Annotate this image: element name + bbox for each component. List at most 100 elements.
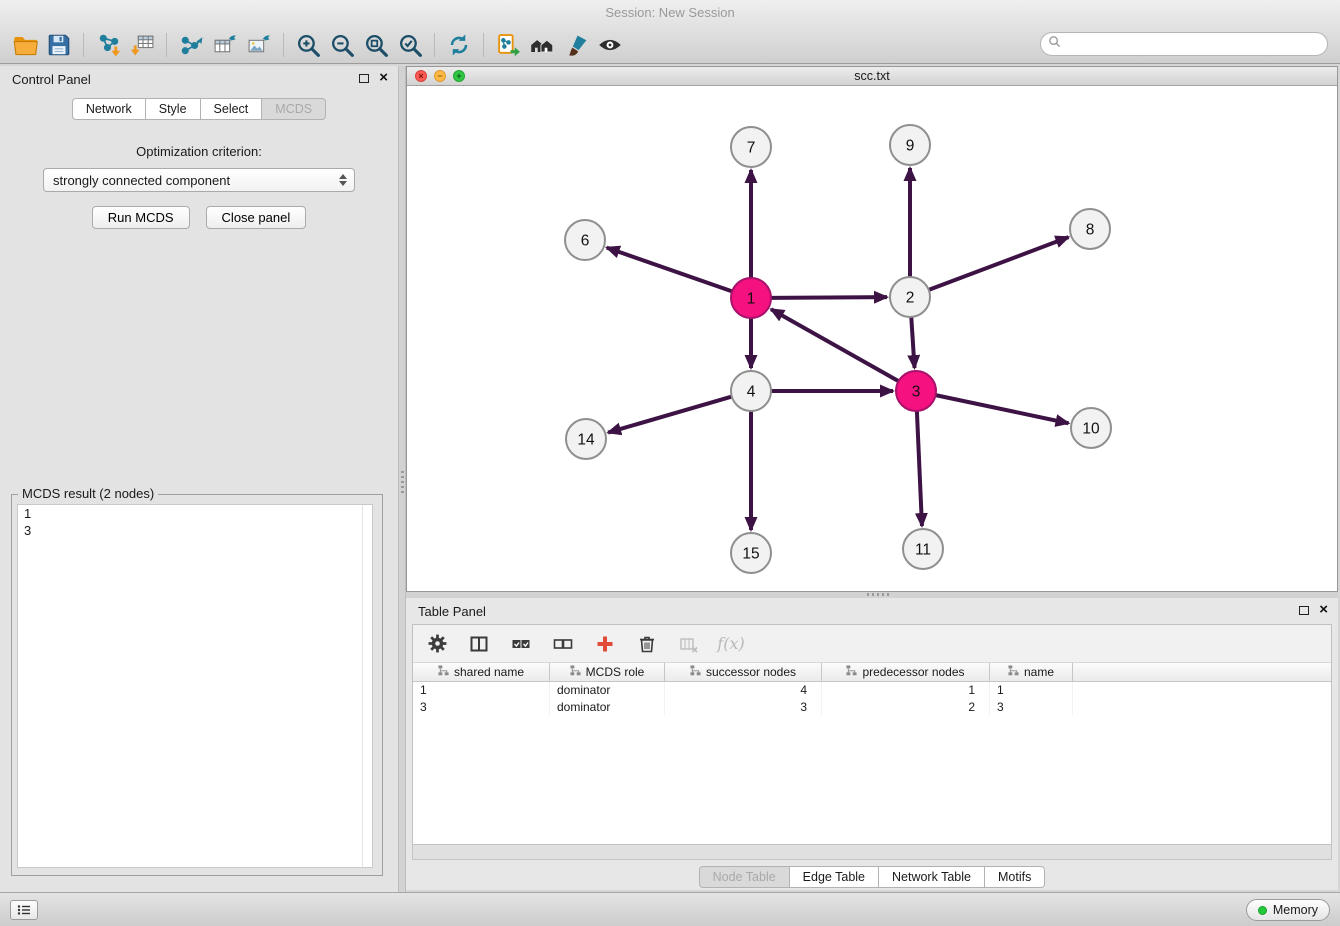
table-tab-edge-table[interactable]: Edge Table (790, 866, 879, 888)
table-body: 1dominator4113dominator323 (413, 682, 1331, 715)
column-header-successor-nodes[interactable]: successor nodes (665, 663, 822, 681)
node-4[interactable]: 4 (731, 371, 771, 411)
maximize-window-icon[interactable]: + (453, 70, 465, 82)
mcds-result-item[interactable]: 3 (18, 522, 372, 539)
zoom-fit-icon[interactable] (359, 30, 393, 60)
table-cell[interactable]: 4 (665, 682, 822, 699)
table-cell[interactable]: 1 (413, 682, 550, 699)
table-cell[interactable]: 3 (413, 699, 550, 716)
mcds-result-item[interactable]: 1 (18, 505, 372, 522)
table-cell[interactable]: 3 (665, 699, 822, 716)
zoom-selected-icon[interactable] (393, 30, 427, 60)
edge-1-6[interactable] (607, 248, 732, 292)
vertical-splitter[interactable] (398, 66, 406, 892)
search-input[interactable] (1061, 37, 1327, 52)
import-table-icon[interactable] (125, 30, 159, 60)
add-icon[interactable] (593, 632, 617, 656)
edge-4-14[interactable] (608, 397, 732, 433)
toolbar-separator (434, 33, 435, 57)
close-panel-button[interactable]: Close panel (206, 206, 307, 229)
show-hide-icon[interactable] (593, 30, 627, 60)
node-2[interactable]: 2 (890, 277, 930, 317)
table-panel-title: Table Panel (418, 604, 486, 619)
table-horizontal-scrollbar[interactable] (412, 845, 1332, 860)
table-cell[interactable]: 3 (990, 699, 1073, 716)
node-11[interactable]: 11 (903, 529, 943, 569)
table-cell[interactable]: dominator (550, 682, 665, 699)
node-1[interactable]: 1 (731, 278, 771, 318)
tab-style[interactable]: Style (146, 98, 201, 120)
show-panels-button[interactable] (10, 900, 38, 920)
network-canvas[interactable]: 7 9 6 8 1 2 4 3 14 10 15 11 (407, 86, 1337, 591)
edge-3-1[interactable] (771, 309, 899, 381)
table-tab-motifs[interactable]: Motifs (985, 866, 1045, 888)
close-window-icon[interactable]: × (415, 70, 427, 82)
optimization-criterion-select[interactable]: strongly connected component (43, 168, 355, 192)
select-all-icon[interactable] (509, 632, 533, 656)
float-panel-icon[interactable] (359, 74, 369, 83)
import-network-icon[interactable] (91, 30, 125, 60)
tab-mcds[interactable]: MCDS (262, 98, 326, 120)
memory-status-icon (1258, 906, 1267, 915)
node-10[interactable]: 10 (1071, 408, 1111, 448)
clone-network-icon[interactable] (491, 30, 525, 60)
edge-2-8[interactable] (929, 237, 1069, 290)
memory-button[interactable]: Memory (1246, 899, 1330, 921)
tab-network[interactable]: Network (72, 98, 146, 120)
node-14[interactable]: 14 (566, 419, 606, 459)
list-icon (17, 904, 31, 916)
table-tab-network-table[interactable]: Network Table (879, 866, 985, 888)
deselect-all-icon[interactable] (551, 632, 575, 656)
column-attribute-icon (1008, 665, 1019, 679)
style-brush-icon[interactable] (559, 30, 593, 60)
column-header-predecessor-nodes[interactable]: predecessor nodes (822, 663, 990, 681)
column-attribute-icon (846, 665, 857, 679)
run-mcds-button[interactable]: Run MCDS (92, 206, 190, 229)
delete-column-icon (677, 632, 701, 656)
table-cell[interactable]: 2 (822, 699, 990, 716)
node-7[interactable]: 7 (731, 127, 771, 167)
table-tab-node-table[interactable]: Node Table (699, 866, 790, 888)
delete-icon[interactable] (635, 632, 659, 656)
search-icon (1048, 35, 1061, 53)
tab-select[interactable]: Select (201, 98, 263, 120)
zoom-in-icon[interactable] (291, 30, 325, 60)
open-session-icon[interactable] (8, 30, 42, 60)
table-row[interactable]: 3dominator323 (413, 699, 1331, 716)
minimize-window-icon[interactable]: − (434, 70, 446, 82)
column-header-MCDS-role[interactable]: MCDS role (550, 663, 665, 681)
edge-2-3[interactable] (911, 317, 914, 368)
node-6[interactable]: 6 (565, 220, 605, 260)
export-image-icon[interactable] (242, 30, 276, 60)
export-table-icon[interactable] (208, 30, 242, 60)
table-cell[interactable]: 1 (822, 682, 990, 699)
search-field[interactable] (1040, 32, 1328, 56)
column-header-shared-name[interactable]: shared name (413, 663, 550, 681)
close-panel-icon[interactable]: × (379, 71, 388, 85)
home-icon[interactable] (525, 30, 559, 60)
svg-text:9: 9 (906, 138, 915, 155)
node-15[interactable]: 15 (731, 533, 771, 573)
node-8[interactable]: 8 (1070, 209, 1110, 249)
table-cell[interactable]: dominator (550, 699, 665, 716)
node-9[interactable]: 9 (890, 125, 930, 165)
table-row[interactable]: 1dominator411 (413, 682, 1331, 699)
zoom-out-icon[interactable] (325, 30, 359, 60)
table-panel-tabs: Node TableEdge TableNetwork TableMotifs (406, 866, 1338, 888)
column-header-name[interactable]: name (990, 663, 1073, 681)
float-table-panel-icon[interactable] (1299, 606, 1309, 615)
network-window-titlebar[interactable]: × − + scc.txt (407, 67, 1337, 86)
mcds-result-list[interactable]: 13 (17, 504, 373, 868)
edge-3-11[interactable] (917, 411, 922, 526)
refresh-layout-icon[interactable] (442, 30, 476, 60)
export-network-icon[interactable] (174, 30, 208, 60)
edge-3-10[interactable] (936, 395, 1069, 423)
close-table-panel-icon[interactable]: × (1319, 603, 1328, 617)
node-table: f(x) shared nameMCDS rolesuccessor nodes… (412, 624, 1332, 845)
columns-icon[interactable] (467, 632, 491, 656)
node-3[interactable]: 3 (896, 371, 936, 411)
table-cell[interactable]: 1 (990, 682, 1073, 699)
edge-1-2[interactable] (771, 297, 887, 298)
save-session-icon[interactable] (42, 30, 76, 60)
settings-icon[interactable] (425, 632, 449, 656)
